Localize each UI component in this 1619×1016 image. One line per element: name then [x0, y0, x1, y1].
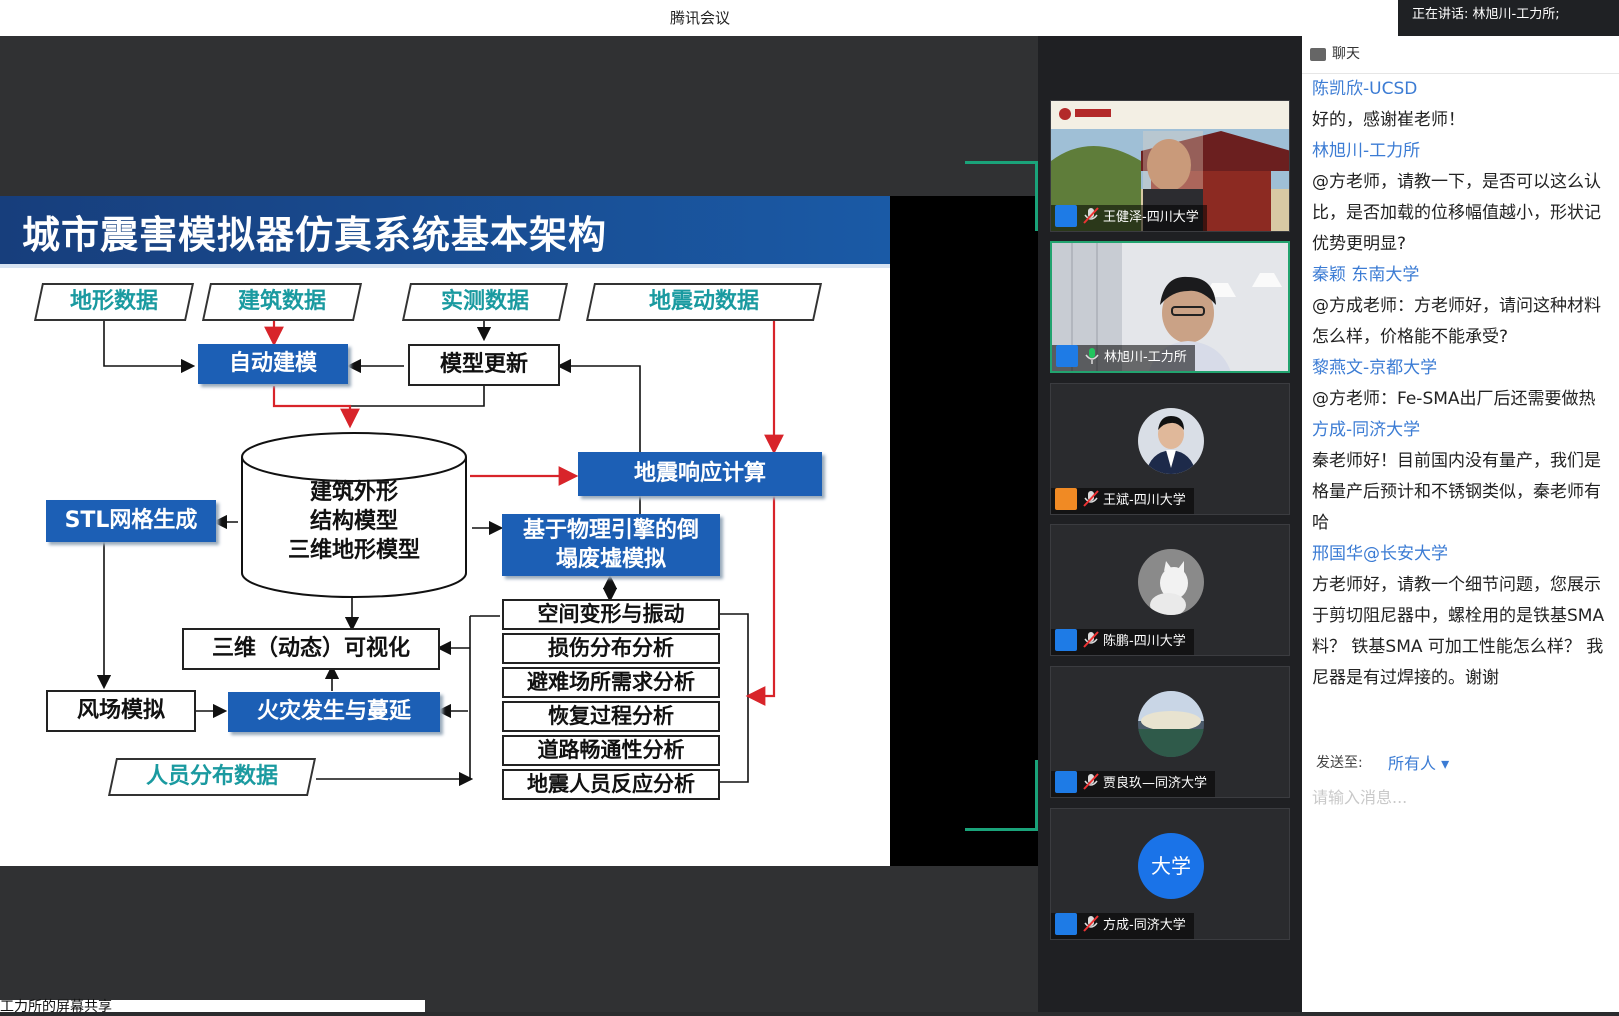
analysis-item: 空间变形与振动 — [502, 599, 720, 630]
message-text: @方成老师：方老师好，请问这种材料 — [1312, 296, 1601, 316]
mic-muted-icon — [1083, 631, 1099, 649]
mic-muted-icon — [1083, 490, 1099, 508]
chat-icon — [1310, 48, 1326, 61]
cylinder-text: 建筑外形 结构模型 三维地形模型 — [287, 480, 420, 563]
share-letterbox — [890, 196, 1038, 866]
message-text: 优势更明显? — [1312, 234, 1407, 254]
participant-name-tag: 方成-同济大学 — [1051, 913, 1194, 939]
chat-footer: 发送至: 所有人 ▾ — [1302, 734, 1619, 1012]
participant-tile[interactable]: 大学 方成-同济大学 — [1050, 808, 1290, 940]
box-physics-collapse: 基于物理引擎的倒 塌废墟模拟 — [502, 514, 720, 576]
chat-message-list[interactable]: 陈凯欣-UCSD 好的，感谢崔老师！ 林旭川-工力所 @方老师，请教一下，是否可… — [1302, 74, 1619, 734]
participant-name-tag: 王健泽-四川大学 — [1051, 205, 1207, 231]
speaking-indicator: 正在讲话: 林旭川-工力所; — [1398, 0, 1619, 36]
screen-share-stage: 城市震害模拟器仿真系统基本架构 地形数据 建筑数据 实测数据 地震动数据 自动建… — [0, 36, 1038, 1012]
user-icon — [1055, 771, 1077, 793]
share-border — [965, 161, 1038, 164]
participant-avatar — [1138, 408, 1204, 474]
chat-message: 方成-同济大学 秦老师好！目前国内没有量产，我们是 格量产后预计和不锈钢类似，秦… — [1302, 415, 1619, 539]
chat-message: 林旭川-工力所 @方老师，请教一下，是否可以这么认 比，是否加载的位移幅值越小，… — [1302, 136, 1619, 260]
message-text: 于剪切阻尼器中，螺栓用的是铁基SMA — [1312, 606, 1605, 626]
participant-avatar — [1138, 549, 1204, 615]
participant-avatar: 大学 — [1138, 833, 1204, 899]
box-auto-model: 自动建模 — [198, 344, 348, 384]
chat-message: 邢国华@长安大学 方老师好，请教一个细节问题，您展示 于剪切阻尼器中，螺栓用的是… — [1302, 539, 1619, 694]
box-3d-visualization: 三维（动态）可视化 — [182, 628, 440, 670]
shared-slide: 城市震害模拟器仿真系统基本架构 地形数据 建筑数据 实测数据 地震动数据 自动建… — [0, 196, 890, 866]
user-icon — [1055, 629, 1077, 651]
participant-avatar — [1138, 691, 1204, 757]
participant-tile[interactable]: 王健泽-四川大学 — [1050, 100, 1290, 232]
message-text: @方老师，请教一下，是否可以这么认 — [1312, 172, 1601, 192]
chat-message: 陈凯欣-UCSD 好的，感谢崔老师！ — [1302, 74, 1619, 136]
participant-tile-active[interactable]: 林旭川-工力所 — [1050, 241, 1290, 373]
send-to-label: 发送至: — [1316, 755, 1363, 771]
input-people-distribution: 人员分布数据 — [107, 758, 317, 796]
message-text: 好的，感谢崔老师！ — [1312, 110, 1465, 130]
message-text: 秦老师好！目前国内没有量产，我们是 — [1312, 451, 1601, 471]
participant-tile[interactable]: 陈鹏-四川大学 — [1050, 524, 1290, 656]
participant-video-column: 王健泽-四川大学 林旭川-工力所 王斌-四川大学 陈鹏-四川大学 贾良玖—同济大… — [1038, 36, 1302, 1012]
chat-message: 秦颖 东南大学 @方成老师：方老师好，请问这种材料 怎么样，价格能不能承受? — [1302, 260, 1619, 353]
message-text: 哈 — [1312, 513, 1329, 533]
box-wind-field: 风场模拟 — [46, 690, 196, 732]
mic-muted-icon — [1083, 915, 1099, 933]
message-text: 料？ 铁基SMA 可加工性能怎么样？ 我 — [1312, 637, 1604, 657]
participant-name-tag: 林旭川-工力所 — [1052, 345, 1195, 371]
chat-message: 黎燕文-京都大学 @方老师：Fe-SMA出厂后还需要做热 — [1302, 353, 1619, 415]
mic-muted-icon — [1083, 773, 1099, 791]
box-model-update: 模型更新 — [408, 344, 560, 386]
send-to-dropdown[interactable]: 所有人 ▾ — [1388, 750, 1449, 774]
message-sender[interactable]: 方成-同济大学 — [1302, 415, 1619, 446]
participant-tile[interactable]: 王斌-四川大学 — [1050, 383, 1290, 515]
title-bar: 腾讯会议 正在讲话: 林旭川-工力所; — [0, 0, 1619, 36]
user-icon — [1056, 345, 1078, 367]
box-fire-spread: 火灾发生与蔓延 — [228, 692, 440, 732]
box-stl-mesh: STL网格生成 — [46, 500, 216, 542]
message-text: 方老师好，请教一个细节问题，您展示 — [1312, 575, 1601, 595]
input-building-data: 建筑数据 — [201, 283, 363, 321]
analysis-item: 损伤分布分析 — [502, 633, 720, 664]
message-text: 尼器是有过焊接的。谢谢 — [1312, 668, 1499, 688]
participant-name-tag: 贾良玖—同济大学 — [1051, 771, 1216, 797]
message-text: 格量产后预计和不锈钢类似，秦老师有 — [1312, 482, 1601, 502]
user-icon — [1055, 913, 1077, 935]
participant-tile[interactable]: 贾良玖—同济大学 — [1050, 666, 1290, 798]
chat-header: 聊天 — [1302, 36, 1619, 74]
message-text: @方老师：Fe-SMA出厂后还需要做热 — [1312, 389, 1596, 409]
message-sender[interactable]: 秦颖 东南大学 — [1302, 260, 1619, 291]
share-border — [965, 828, 1038, 831]
mic-active-icon — [1084, 347, 1100, 365]
message-sender[interactable]: 陈凯欣-UCSD — [1302, 74, 1619, 105]
screen-share-label: 工力所的屏幕共享 — [0, 999, 112, 1015]
chat-message-input[interactable] — [1312, 782, 1602, 812]
box-seismic-response: 地震响应计算 — [578, 452, 822, 496]
analysis-item: 恢复过程分析 — [502, 701, 720, 732]
user-icon — [1055, 205, 1077, 227]
input-terrain-data: 地形数据 — [33, 283, 195, 321]
app-title: 腾讯会议 — [669, 9, 730, 27]
message-sender[interactable]: 林旭川-工力所 — [1302, 136, 1619, 167]
message-text: 怎么样，价格能不能承受? — [1312, 327, 1509, 347]
input-ground-motion-data: 地震动数据 — [585, 283, 823, 321]
message-sender[interactable]: 黎燕文-京都大学 — [1302, 353, 1619, 384]
mic-muted-icon — [1083, 207, 1099, 225]
chat-title: 聊天 — [1332, 46, 1360, 62]
message-sender[interactable]: 邢国华@长安大学 — [1302, 539, 1619, 570]
participant-name-tag: 王斌-四川大学 — [1051, 488, 1194, 514]
user-icon — [1055, 488, 1077, 510]
input-measured-data: 实测数据 — [401, 283, 569, 321]
chat-panel: 聊天 陈凯欣-UCSD 好的，感谢崔老师！ 林旭川-工力所 @方老师，请教一下，… — [1302, 36, 1619, 1012]
analysis-item: 道路畅通性分析 — [502, 735, 720, 766]
analysis-item: 地震人员反应分析 — [502, 769, 720, 800]
message-text: 比，是否加载的位移幅值越小，形状记 — [1312, 203, 1601, 223]
participant-name-tag: 陈鹏-四川大学 — [1051, 629, 1194, 655]
analysis-item: 避难场所需求分析 — [502, 667, 720, 698]
